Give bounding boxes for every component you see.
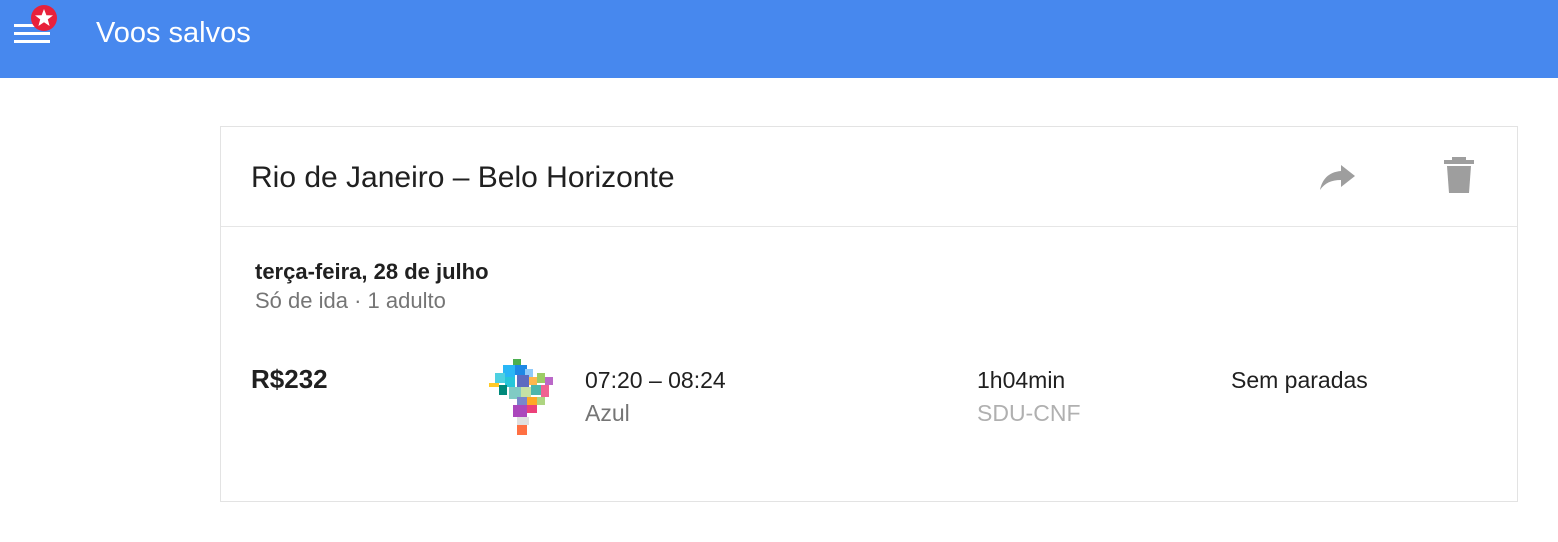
saved-flight-card: Rio de Janeiro – Belo Horizonte terça-fe… [220,126,1518,502]
hamburger-menu-icon-bar [14,32,50,35]
share-icon [1320,165,1355,190]
flight-stops: Sem paradas [1231,367,1368,393]
route-title: Rio de Janeiro – Belo Horizonte [251,161,675,194]
airline-name: Azul [585,400,630,426]
flight-price: R$232 [251,364,328,394]
menu-button[interactable] [12,5,57,56]
trash-icon [1444,157,1474,193]
flight-times: 07:20 – 08:24 [585,367,726,393]
page-title: Voos salvos [96,17,251,49]
delete-button[interactable] [1439,155,1479,195]
trip-info: Só de ida · 1 adulto [255,288,446,313]
flight-row[interactable]: R$232 07:20 – 08:24 Azul 1h04min SDU-CNF… [221,347,1517,437]
flight-duration: 1h04min [977,367,1066,393]
app-header: Voos salvos [0,0,1558,78]
star-badge-icon [31,5,57,31]
flight-airports: SDU-CNF [977,400,1081,426]
trip-date: terça-feira, 28 de julho [255,259,489,284]
share-button[interactable] [1317,159,1357,195]
hamburger-menu-icon-bar [14,40,50,43]
card-header: Rio de Janeiro – Belo Horizonte [221,127,1517,227]
azul-brazil-map-logo [489,359,553,435]
